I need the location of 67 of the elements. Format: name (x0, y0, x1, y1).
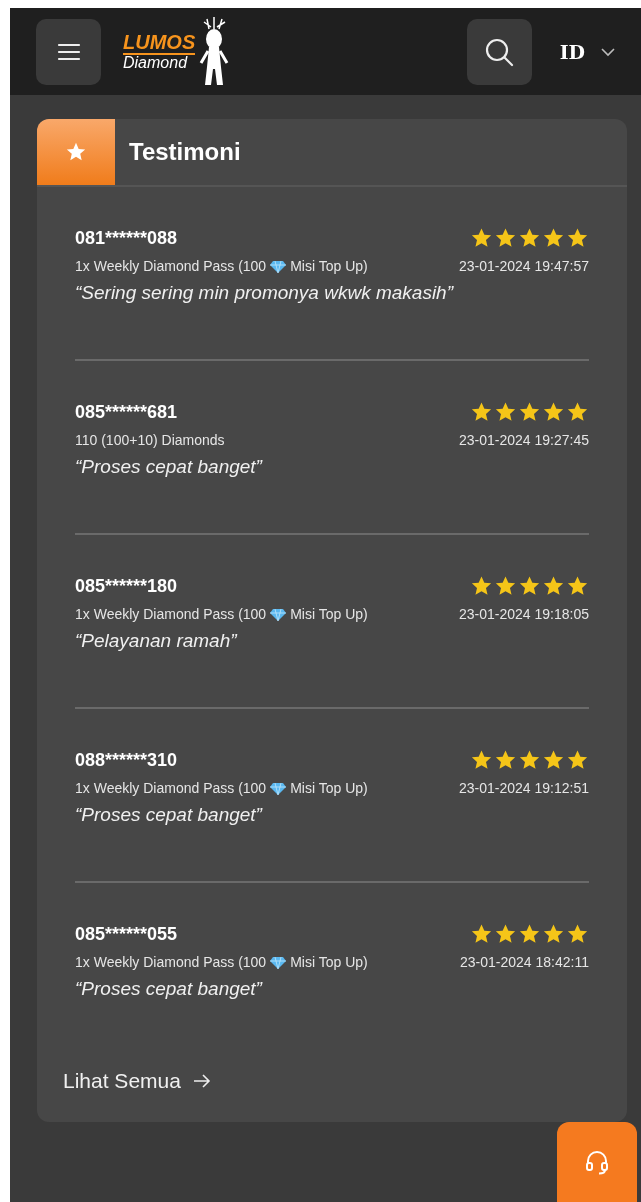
filled-star-icon (566, 923, 589, 945)
filled-star-icon (470, 401, 493, 423)
product-name: 1x Weekly Diamond Pass (100 (75, 780, 267, 796)
product-name: Misi Top Up) (290, 780, 368, 796)
logo-subtitle: Diamond (123, 55, 189, 71)
review-comment: “Proses cepat banget” (75, 456, 264, 478)
customer-phone: 088******310 (75, 749, 178, 771)
logo-wordmark: LUMOS (123, 32, 196, 55)
product-name: Misi Top Up) (290, 606, 368, 622)
filled-star-icon (494, 401, 517, 423)
arrow-right-icon (192, 1073, 211, 1089)
see-all-link[interactable]: Lihat Semua (63, 1069, 211, 1093)
search-button[interactable] (466, 18, 532, 85)
filled-star-icon (494, 575, 517, 597)
filled-star-icon (566, 401, 589, 423)
filled-star-icon (518, 575, 541, 597)
product-name: 1x Weekly Diamond Pass (100 (75, 258, 267, 274)
menu-button[interactable] (36, 18, 101, 85)
customer-phone: 085******180 (75, 575, 178, 597)
diamond-icon (270, 781, 287, 795)
headset-icon (585, 1149, 609, 1175)
filled-star-icon (494, 227, 517, 249)
filled-star-icon (542, 923, 565, 945)
filled-star-icon (542, 749, 565, 771)
product-name: 1x Weekly Diamond Pass (100 (75, 954, 267, 970)
filled-star-icon (518, 401, 541, 423)
diamond-icon (270, 259, 287, 273)
section-title: Testimoni (129, 138, 241, 166)
chevron-down-icon (601, 46, 615, 57)
star-icon (65, 141, 87, 163)
product-name: Misi Top Up) (290, 258, 368, 274)
filled-star-icon (566, 227, 589, 249)
product-name: 110 (100+10) Diamonds (75, 432, 225, 448)
filled-star-icon (566, 749, 589, 771)
filled-star-icon (566, 575, 589, 597)
filled-star-icon (470, 923, 493, 945)
review-date: 23-01-2024 19:27:45 (459, 432, 589, 448)
filled-star-icon (518, 923, 541, 945)
filled-star-icon (470, 227, 493, 249)
diamond-icon (270, 955, 287, 969)
customer-phone: 081******088 (75, 227, 178, 249)
filled-star-icon (470, 575, 493, 597)
review-date: 23-01-2024 19:47:57 (459, 258, 589, 274)
customer-phone: 085******055 (75, 923, 178, 945)
diamond-icon (270, 607, 287, 621)
filled-star-icon (494, 923, 517, 945)
search-icon (484, 36, 515, 67)
product-name: 1x Weekly Diamond Pass (100 (75, 606, 267, 622)
review-date: 23-01-2024 18:42:11 (460, 954, 589, 970)
review-date: 23-01-2024 19:18:05 (459, 606, 589, 622)
review-date: 23-01-2024 19:12:51 (459, 780, 589, 796)
review-comment: “Proses cepat banget” (75, 978, 264, 1000)
filled-star-icon (542, 401, 565, 423)
filled-star-icon (494, 749, 517, 771)
filled-star-icon (518, 749, 541, 771)
customer-phone: 085******681 (75, 401, 178, 423)
menu-icon (56, 41, 81, 62)
filled-star-icon (542, 575, 565, 597)
filled-star-icon (542, 227, 565, 249)
language-selector[interactable]: ID (545, 40, 615, 63)
figure-icon (199, 16, 230, 87)
review-comment: “Pelayanan ramah” (75, 630, 239, 652)
filled-star-icon (518, 227, 541, 249)
filled-star-icon (470, 749, 493, 771)
review-comment: “Sering sering min promonya wkwk makasih” (75, 282, 455, 304)
review-comment: “Proses cepat banget” (75, 804, 264, 826)
product-name: Misi Top Up) (290, 954, 368, 970)
